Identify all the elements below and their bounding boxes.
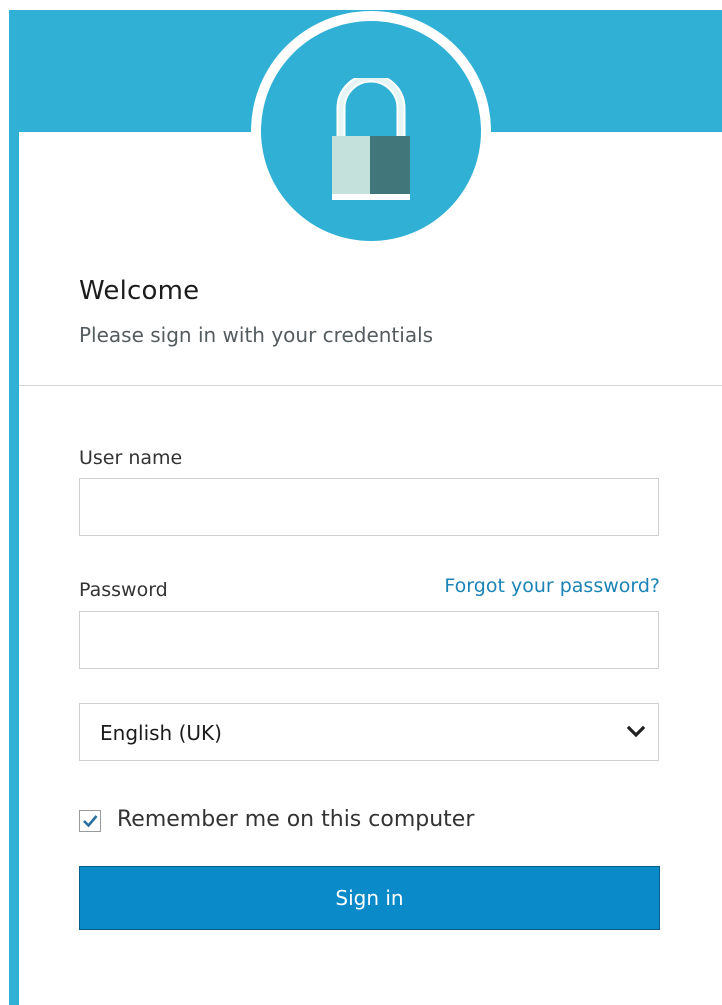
username-label: User name — [79, 447, 183, 469]
welcome-subtitle: Please sign in with your credentials — [79, 323, 434, 347]
padlock-icon — [332, 78, 410, 200]
language-select-value: English (UK) — [100, 721, 222, 745]
username-input[interactable] — [79, 478, 659, 536]
divider — [19, 385, 722, 386]
remember-me-checkbox[interactable] — [79, 810, 101, 832]
chevron-down-icon — [627, 725, 645, 738]
welcome-title: Welcome — [79, 276, 200, 306]
left-border — [9, 10, 19, 1005]
remember-me-label: Remember me on this computer — [117, 807, 475, 832]
forgot-password-link[interactable]: Forgot your password? — [444, 575, 660, 597]
password-input[interactable] — [79, 611, 659, 669]
password-label: Password — [79, 579, 168, 601]
language-select[interactable]: English (UK) — [79, 703, 659, 761]
login-screen: Welcome Please sign in with your credent… — [0, 0, 722, 1005]
checkmark-icon — [83, 815, 98, 828]
sign-in-button[interactable]: Sign in — [79, 866, 660, 930]
